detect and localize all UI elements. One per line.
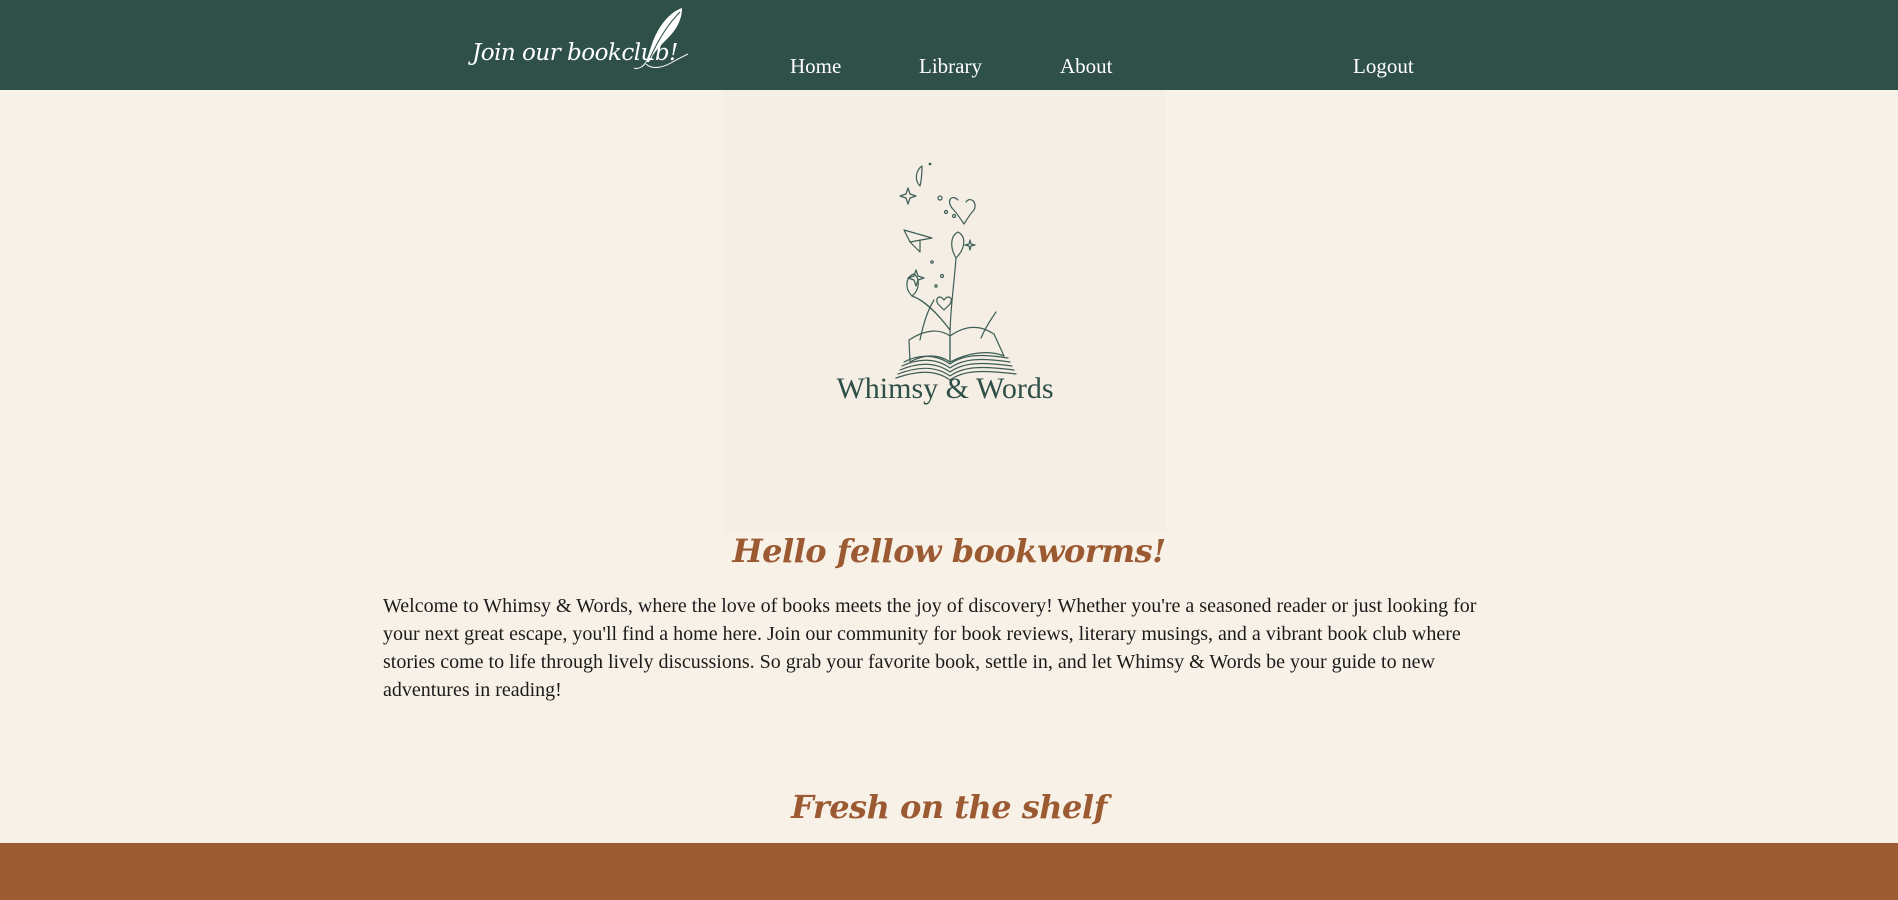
- quill-feather-icon: [633, 8, 688, 69]
- footer-bar: [0, 843, 1898, 900]
- site-title: Whimsy & Words: [836, 372, 1054, 405]
- logout-link[interactable]: Logout: [1353, 54, 1414, 79]
- open-book-flowers-icon: [895, 162, 1017, 381]
- greeting-heading: Hello fellow bookworms!: [732, 532, 1166, 570]
- top-navigation-bar: Join our bookclub! Home Library About Lo…: [0, 0, 1898, 90]
- fresh-on-the-shelf-heading: Fresh on the shelf: [791, 788, 1107, 826]
- nav-library-link[interactable]: Library: [919, 54, 982, 79]
- intro-paragraph: Welcome to Whimsy & Words, where the lov…: [383, 595, 1477, 701]
- nav-about-link[interactable]: About: [1060, 54, 1113, 79]
- hero-logo-panel: Whimsy & Words: [724, 90, 1166, 532]
- nav-home-link[interactable]: Home: [790, 54, 841, 79]
